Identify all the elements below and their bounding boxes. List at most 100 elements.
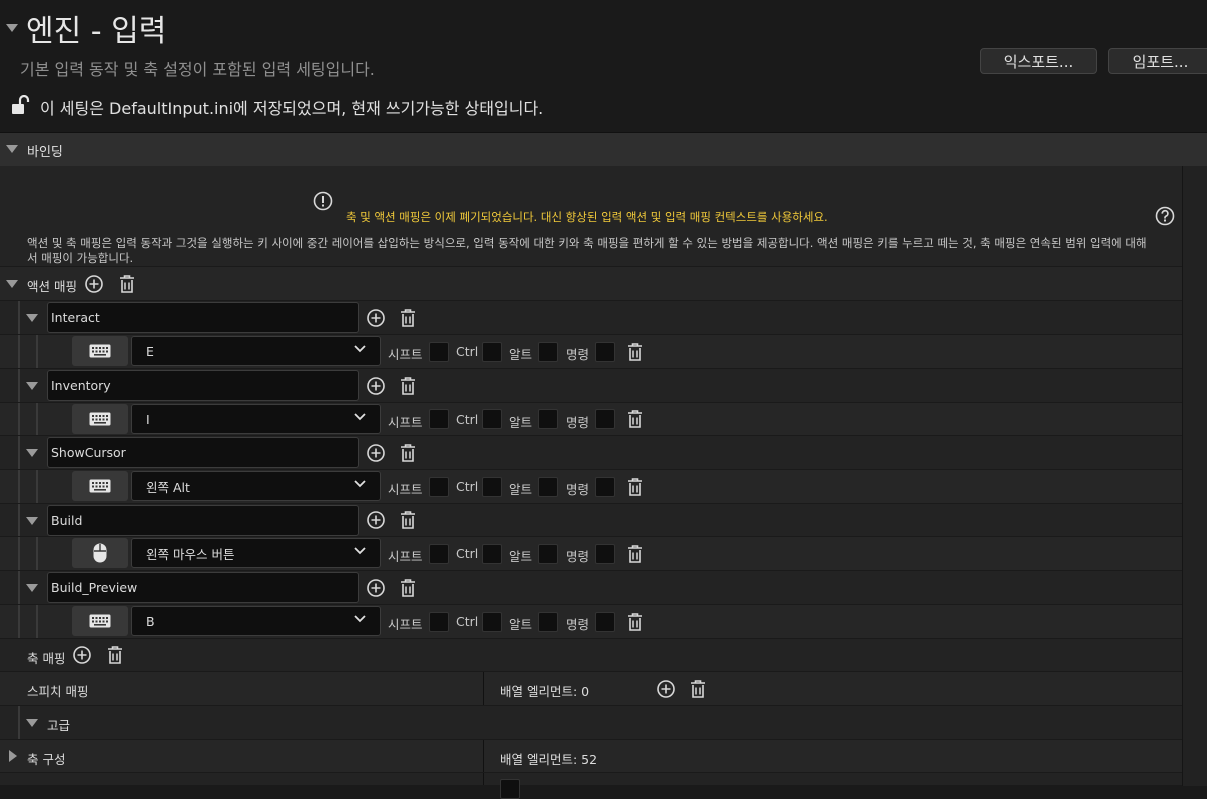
trash-icon[interactable]: [105, 645, 125, 665]
ctrl-checkbox[interactable]: [482, 409, 502, 429]
trash-icon[interactable]: [117, 274, 137, 294]
ctrl-checkbox[interactable]: [482, 342, 502, 362]
shift-checkbox[interactable]: [429, 342, 449, 362]
add-icon[interactable]: [366, 578, 386, 598]
alt-checkbox[interactable]: [538, 544, 558, 564]
collapse-action-icon[interactable]: [26, 517, 38, 525]
cmd-checkbox[interactable]: [595, 342, 615, 362]
partial-row: [0, 773, 1182, 799]
alt-label: 알트: [509, 617, 533, 632]
ctrl-checkbox[interactable]: [482, 477, 502, 497]
trash-icon[interactable]: [398, 376, 418, 396]
collapse-action-icon[interactable]: [26, 314, 38, 322]
trash-icon[interactable]: [625, 477, 645, 497]
alt-checkbox[interactable]: [538, 477, 558, 497]
collapse-action-icon[interactable]: [26, 382, 38, 390]
key-select[interactable]: I: [131, 404, 381, 434]
key-select[interactable]: E: [131, 336, 381, 366]
collapse-advanced-icon[interactable]: [26, 719, 38, 727]
speech-array-count: 배열 엘리먼트: 0: [500, 684, 590, 699]
shift-label: 시프트: [388, 549, 423, 564]
add-icon[interactable]: [72, 645, 92, 665]
add-icon[interactable]: [366, 443, 386, 463]
action-row: Build: [0, 504, 1182, 537]
cmd-checkbox[interactable]: [595, 477, 615, 497]
shift-label: 시프트: [388, 617, 423, 632]
shift-checkbox[interactable]: [429, 612, 449, 632]
action-name-input[interactable]: ShowCursor: [47, 437, 359, 468]
shift-checkbox[interactable]: [429, 544, 449, 564]
add-icon[interactable]: [366, 376, 386, 396]
trash-icon[interactable]: [398, 578, 418, 598]
action-name-input[interactable]: Interact: [47, 302, 359, 333]
deprecation-warning: 축 및 액션 매핑은 이제 폐기되었습니다. 대신 향상된 입력 액션 및 입력…: [346, 210, 828, 224]
keyboard-icon[interactable]: [72, 404, 128, 434]
collapse-action-mappings-icon[interactable]: [6, 280, 18, 288]
trash-icon[interactable]: [398, 443, 418, 463]
trash-icon[interactable]: [688, 679, 708, 699]
collapse-action-icon[interactable]: [26, 449, 38, 457]
action-name-input[interactable]: Inventory: [47, 370, 359, 401]
import-button[interactable]: 임포트...: [1108, 48, 1207, 74]
shift-checkbox[interactable]: [429, 477, 449, 497]
page-title: 엔진 - 입력: [26, 14, 167, 49]
key-select[interactable]: 왼쪽 마우스 버튼: [131, 538, 381, 568]
key-binding-row: 왼쪽 마우스 버튼 시프트 Ctrl 알트 명령: [0, 537, 1182, 571]
ctrl-checkbox[interactable]: [482, 612, 502, 632]
bindings-description: 액션 및 축 매핑은 입력 동작과 그것을 실행하는 키 사이에 중간 레이어를…: [27, 236, 1147, 265]
key-binding-row: B 시프트 Ctrl 알트 명령: [0, 605, 1182, 639]
speech-mappings-label: 스피치 매핑: [27, 684, 89, 699]
trash-icon[interactable]: [398, 510, 418, 530]
axis-config-array-count: 배열 엘리먼트: 52: [500, 752, 598, 767]
chevron-down-icon: [354, 547, 366, 555]
collapse-action-icon[interactable]: [26, 584, 38, 592]
trash-icon[interactable]: [625, 409, 645, 429]
help-icon[interactable]: [1155, 206, 1175, 230]
key-binding-row: 왼쪽 Alt 시프트 Ctrl 알트 명령: [0, 470, 1182, 504]
expand-axis-config-icon[interactable]: [9, 750, 17, 762]
keyboard-icon[interactable]: [72, 606, 128, 636]
ctrl-label: Ctrl: [456, 479, 479, 494]
axis-mappings-row: 축 매핑: [0, 639, 1182, 672]
shift-checkbox[interactable]: [429, 409, 449, 429]
keyboard-icon[interactable]: [72, 336, 128, 366]
trash-icon[interactable]: [625, 342, 645, 362]
trash-icon[interactable]: [625, 612, 645, 632]
collapse-section-icon[interactable]: [6, 24, 18, 32]
mouse-icon[interactable]: [72, 538, 128, 568]
trash-icon[interactable]: [625, 544, 645, 564]
action-row: ShowCursor: [0, 436, 1182, 470]
export-button[interactable]: 익스포트...: [980, 48, 1097, 74]
ctrl-label: Ctrl: [456, 412, 479, 427]
speech-mappings-row: 스피치 매핑 배열 엘리먼트: 0: [0, 672, 1182, 706]
advanced-row[interactable]: 고급: [0, 706, 1182, 740]
bindings-category[interactable]: [0, 132, 1207, 167]
ctrl-label: Ctrl: [456, 614, 479, 629]
chevron-down-icon: [354, 413, 366, 421]
cmd-checkbox[interactable]: [595, 544, 615, 564]
add-icon[interactable]: [84, 274, 104, 294]
shift-label: 시프트: [388, 482, 423, 497]
alt-label: 알트: [509, 482, 533, 497]
cmd-checkbox[interactable]: [595, 409, 615, 429]
partial-checkbox[interactable]: [500, 779, 520, 799]
cmd-checkbox[interactable]: [595, 612, 615, 632]
chevron-down-icon: [354, 480, 366, 488]
key-select[interactable]: B: [131, 606, 381, 636]
add-icon[interactable]: [656, 679, 676, 699]
trash-icon[interactable]: [398, 308, 418, 328]
add-icon[interactable]: [366, 308, 386, 328]
alt-checkbox[interactable]: [538, 409, 558, 429]
collapse-category-icon[interactable]: [6, 145, 18, 153]
ctrl-checkbox[interactable]: [482, 544, 502, 564]
alt-checkbox[interactable]: [538, 612, 558, 632]
keyboard-icon[interactable]: [72, 471, 128, 501]
chevron-down-icon: [354, 615, 366, 623]
add-icon[interactable]: [366, 510, 386, 530]
cmd-label: 명령: [566, 549, 590, 564]
alt-checkbox[interactable]: [538, 342, 558, 362]
cmd-label: 명령: [566, 347, 590, 362]
action-name-input[interactable]: Build: [47, 505, 359, 536]
action-name-input[interactable]: Build_Preview: [47, 572, 359, 603]
key-select[interactable]: 왼쪽 Alt: [131, 471, 381, 501]
